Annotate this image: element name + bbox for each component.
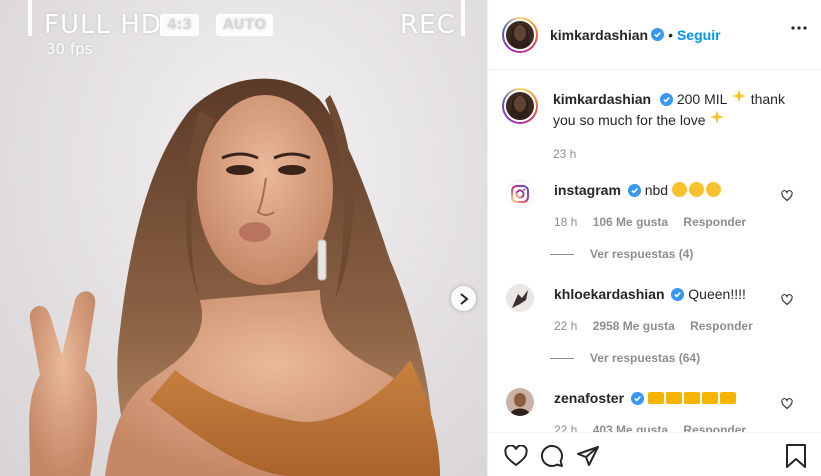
caption: kimkardashian 200 MIL thank you so much … [502, 88, 793, 164]
comment-time[interactable]: 18 h [554, 215, 577, 229]
kiss-emoji-icon [671, 182, 687, 197]
comment-item: zenafoster 22 h 403 Me gusta Responder [506, 388, 806, 432]
comment-username[interactable]: khloekardashian [554, 286, 665, 302]
heart-icon[interactable] [781, 294, 793, 306]
avatar[interactable] [506, 388, 534, 416]
comment-time[interactable]: 22 h [554, 319, 577, 333]
share-icon[interactable] [576, 444, 600, 468]
like-heart-icon[interactable] [504, 445, 528, 467]
avatar[interactable] [502, 16, 538, 53]
verified-badge-icon [671, 288, 685, 301]
caption-username[interactable]: kimkardashian [553, 91, 651, 107]
comment-text: Queen!!!! [688, 286, 746, 302]
view-replies-button[interactable]: Ver respuestas (4) [550, 247, 693, 261]
comment-likes[interactable]: 403 Me gusta [593, 423, 668, 432]
caption-time[interactable]: 23 h [553, 147, 576, 161]
view-replies-button[interactable]: Ver respuestas (64) [550, 351, 700, 365]
save-bookmark-icon[interactable] [785, 443, 807, 469]
overlay-rec: REC [400, 10, 456, 40]
verified-badge-icon [651, 28, 665, 41]
overlay-fps: 30 fps [46, 40, 93, 58]
portrait-image [29, 78, 440, 476]
action-bar [488, 432, 821, 476]
next-image-button[interactable] [451, 286, 476, 311]
heart-icon[interactable] [781, 190, 793, 202]
crown-emoji-icon [683, 392, 700, 404]
post-header: kimkardashian • Seguir [488, 0, 821, 70]
chevron-right-icon [459, 292, 469, 305]
verified-badge-icon [630, 392, 644, 405]
heart-icon[interactable] [781, 398, 793, 410]
post-sidebar: kimkardashian • Seguir kimkardashian 200… [487, 0, 821, 476]
comment-item: instagram nbd 18 h 106 Me gusta Responde… [506, 180, 806, 232]
comments-list[interactable]: kimkardashian 200 MIL thank you so much … [488, 71, 821, 432]
post-photo[interactable]: FULL HD 30 fps 4:3 AUTO REC [0, 0, 487, 476]
kiss-emoji-icon [705, 182, 721, 197]
comment-time[interactable]: 22 h [554, 423, 577, 432]
comment-text: nbd [644, 182, 669, 198]
comment-username[interactable]: instagram [554, 182, 621, 198]
more-options-icon[interactable] [791, 26, 807, 30]
crown-emoji-icon [647, 392, 664, 404]
verified-badge-icon [627, 184, 641, 197]
crown-emoji-icon [719, 392, 736, 404]
reply-button[interactable]: Responder [683, 423, 746, 432]
comment-username[interactable]: zenafoster [554, 390, 624, 406]
comment-likes[interactable]: 2958 Me gusta [593, 319, 675, 333]
sparkles-icon [710, 110, 725, 124]
overlay-aspect-badge: 4:3 [160, 14, 200, 36]
caption-text: 200 MIL [676, 91, 727, 107]
avatar[interactable] [506, 284, 534, 312]
verified-badge-icon [659, 93, 673, 106]
follow-button[interactable]: Seguir [677, 27, 721, 43]
comment-icon[interactable] [540, 444, 564, 468]
header-username[interactable]: kimkardashian [550, 27, 648, 43]
kiss-emoji-icon [688, 182, 704, 197]
comment-item: khloekardashian Queen!!!! 22 h 2958 Me g… [506, 284, 806, 336]
sparkles-icon [731, 89, 746, 103]
avatar[interactable] [506, 180, 534, 208]
overlay-mode-badge: AUTO [216, 14, 274, 36]
reply-button[interactable]: Responder [683, 215, 746, 229]
separator: • [668, 26, 673, 43]
reply-button[interactable]: Responder [690, 319, 753, 333]
comment-likes[interactable]: 106 Me gusta [593, 215, 668, 229]
instagram-logo-icon [511, 185, 529, 203]
crown-emoji-icon [665, 392, 682, 404]
crown-emoji-icon [701, 392, 718, 404]
avatar[interactable] [502, 88, 538, 124]
overlay-resolution: FULL HD [44, 10, 162, 40]
